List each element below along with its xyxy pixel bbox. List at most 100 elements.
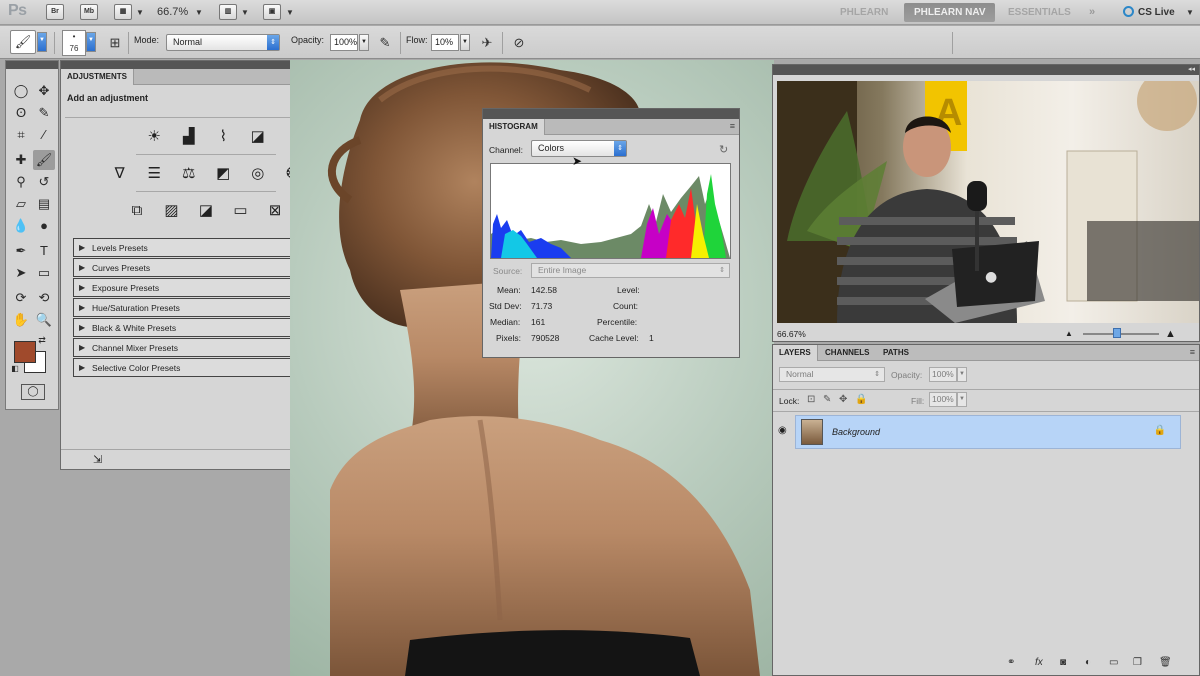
fill-chevron-icon[interactable]: ▼ <box>957 392 967 407</box>
exposure-icon[interactable]: ◪ <box>248 127 268 147</box>
lasso-tool-icon[interactable]: ʘ <box>10 103 32 123</box>
invert-icon[interactable]: ⧉ <box>127 201 147 221</box>
preset-channel-mixer[interactable]: ▶ Channel Mixer Presets <box>73 338 325 357</box>
swap-colors-icon[interactable]: ⇄ <box>35 333 49 347</box>
black-white-icon[interactable]: ◩ <box>213 164 233 184</box>
eraser-tool-icon[interactable]: ▱ <box>10 194 32 214</box>
selective-color-icon[interactable]: ⊠ <box>265 201 285 221</box>
quick-selection-tool-icon[interactable]: ✎ <box>33 103 55 123</box>
eye-icon[interactable]: ◉ <box>778 425 787 436</box>
zoom-tool-icon[interactable]: 🔍 <box>33 310 55 330</box>
zoom-in-icon[interactable]: ▲ <box>1165 327 1176 341</box>
tab-adjustments[interactable]: ADJUSTMENTS <box>61 69 135 85</box>
navigator-panel-header[interactable] <box>773 65 1199 75</box>
layer-opacity-input[interactable]: 100% <box>929 367 957 382</box>
navigator-zoom-value[interactable]: 66.67% <box>777 329 806 339</box>
brush-tool-icon[interactable]: 🖌 <box>33 150 55 170</box>
move-tool-icon[interactable]: ✥ <box>33 81 55 101</box>
color-balance-icon[interactable]: ⚖ <box>179 164 199 184</box>
zoom-slider[interactable] <box>1083 333 1159 335</box>
panel-menu-icon[interactable]: ≡ <box>1190 347 1195 357</box>
eyedropper-tool-icon[interactable]: ⁄ <box>33 125 55 145</box>
cs-live-button[interactable]: CS Live <box>1123 4 1175 21</box>
gradient-tool-icon[interactable]: ▤ <box>33 194 55 214</box>
blur-tool-icon[interactable]: 💧 <box>10 216 32 236</box>
panel-menu-icon[interactable]: ≡ <box>730 121 735 131</box>
preset-selective-color[interactable]: ▶ Selective Color Presets <box>73 358 325 377</box>
screen-mode-button[interactable]: ▣ <box>263 4 281 20</box>
hue-saturation-icon[interactable]: ☰ <box>144 164 164 184</box>
layer-opacity-chevron-icon[interactable]: ▼ <box>957 367 967 382</box>
tab-paths[interactable]: PATHS <box>877 345 915 361</box>
foreground-color-swatch[interactable] <box>14 341 36 363</box>
quick-mask-icon[interactable]: ◯ <box>21 384 45 400</box>
zoom-slider-thumb[interactable] <box>1113 328 1121 338</box>
bridge-button[interactable]: Br <box>46 4 64 20</box>
layer-row-background[interactable]: Background 🔒 <box>795 415 1181 449</box>
3d-rotate-tool-icon[interactable]: ⟳ <box>10 288 32 308</box>
mini-bridge-button[interactable]: Mb <box>80 4 98 20</box>
new-group-icon[interactable]: ▭ <box>1109 657 1118 668</box>
fill-input[interactable]: 100% <box>929 392 957 407</box>
history-brush-tool-icon[interactable]: ↺ <box>33 172 55 192</box>
brightness-contrast-icon[interactable]: ☀ <box>144 127 164 147</box>
crop-tool-icon[interactable]: ⌗ <box>10 125 32 145</box>
zoom-out-icon[interactable]: ▲ <box>1065 327 1073 341</box>
clone-stamp-tool-icon[interactable]: ⚲ <box>10 172 32 192</box>
tab-layers[interactable]: LAYERS <box>773 345 818 361</box>
arrange-chevron-icon[interactable]: ▼ <box>241 4 249 21</box>
threshold-icon[interactable]: ◪ <box>196 201 216 221</box>
histogram-panel-header[interactable] <box>483 109 739 119</box>
curves-icon[interactable]: ⌇ <box>213 127 233 147</box>
preset-hue-saturation[interactable]: ▶ Hue/Saturation Presets <box>73 298 325 317</box>
levels-icon[interactable]: ▟ <box>179 127 199 147</box>
delete-layer-icon[interactable]: 🗑 <box>1159 657 1172 668</box>
workspace-essentials[interactable]: ESSENTIALS <box>998 3 1081 22</box>
layer-style-icon[interactable]: fx <box>1035 657 1043 668</box>
workspace-phlearn[interactable]: PHLEARN <box>830 3 898 22</box>
airbrush-button[interactable]: ✈ <box>476 32 498 54</box>
return-to-list-icon[interactable]: ⇲ <box>93 453 102 466</box>
brush-preset-chevron-icon[interactable]: ▼ <box>86 32 96 52</box>
gradient-map-icon[interactable]: ▭ <box>231 201 251 221</box>
lock-all-icon[interactable]: 🔒 <box>855 394 867 405</box>
new-layer-icon[interactable]: ❐ <box>1133 657 1142 668</box>
type-tool-icon[interactable]: T <box>33 241 55 261</box>
tool-preset-picker[interactable]: 🖌 <box>10 30 36 54</box>
cs-live-chevron-icon[interactable]: ▼ <box>1186 4 1194 21</box>
workspace-overflow-icon[interactable]: » <box>1089 4 1095 21</box>
preset-black-white[interactable]: ▶ Black & White Presets <box>73 318 325 337</box>
tool-preset-chevron-icon[interactable]: ▼ <box>37 32 47 52</box>
new-adjustment-layer-icon[interactable]: ◐ <box>1085 657 1091 668</box>
zoom-level[interactable]: 66.7% <box>157 4 188 21</box>
tab-channels[interactable]: CHANNELS <box>819 345 875 361</box>
screen-mode-chevron-icon[interactable]: ▼ <box>286 4 294 21</box>
view-extras-button[interactable]: ▦ <box>114 4 132 20</box>
flow-chevron-icon[interactable]: ▼ <box>460 34 470 51</box>
3d-orbit-tool-icon[interactable]: ⟲ <box>33 288 55 308</box>
refresh-icon[interactable]: ↻ <box>719 143 728 156</box>
lock-transparent-icon[interactable]: ⊡ <box>807 394 815 405</box>
link-layers-icon[interactable]: ⚭ <box>1007 657 1015 668</box>
tablet-pressure-size-button[interactable]: ⊘ <box>508 32 530 54</box>
shape-tool-icon[interactable]: ▭ <box>33 263 55 283</box>
zoom-chevron-icon[interactable]: ▼ <box>195 4 203 21</box>
blend-mode-select[interactable]: Normal ⇕ <box>779 367 885 382</box>
workspace-phlearn-nav[interactable]: PHLEARN NAV <box>904 3 996 22</box>
pen-tool-icon[interactable]: ✒ <box>10 241 32 261</box>
mode-select[interactable]: Normal ⇕ <box>166 34 280 51</box>
flow-input[interactable]: 10% <box>431 34 459 51</box>
hand-tool-icon[interactable]: ✋ <box>10 310 32 330</box>
photo-filter-icon[interactable]: ◎ <box>248 164 268 184</box>
tablet-pressure-opacity-button[interactable]: ✎ <box>374 32 396 54</box>
tools-panel-header[interactable] <box>6 61 58 69</box>
preset-levels[interactable]: ▶ Levels Presets <box>73 238 325 257</box>
spot-healing-tool-icon[interactable]: ✚ <box>10 150 32 170</box>
preset-exposure[interactable]: ▶ Exposure Presets <box>73 278 325 297</box>
lock-position-icon[interactable]: ✥ <box>839 394 847 405</box>
source-select[interactable]: Entire Image ⇕ <box>531 263 730 278</box>
default-colors-icon[interactable]: ◧ <box>9 363 21 375</box>
collapse-icon[interactable]: ◂◂ <box>1188 65 1195 73</box>
path-selection-tool-icon[interactable]: ➤ <box>10 263 32 283</box>
opacity-input[interactable]: 100% <box>330 34 358 51</box>
